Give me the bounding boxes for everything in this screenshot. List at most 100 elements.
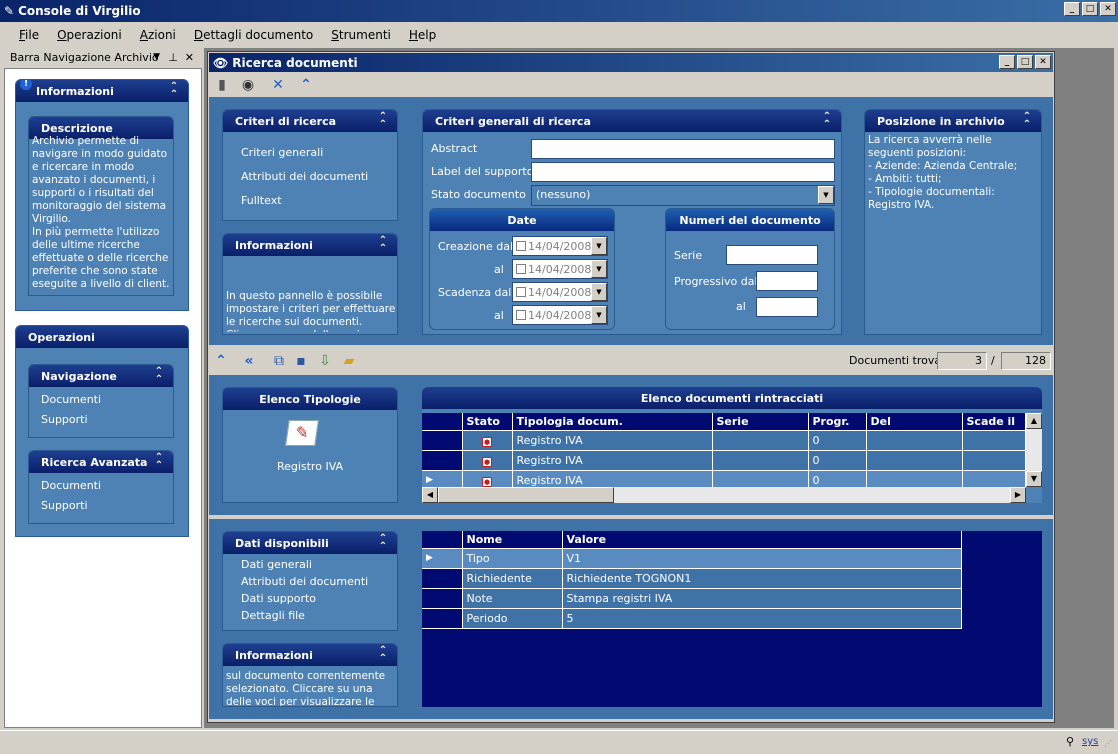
search-minimize-button[interactable]: _: [999, 55, 1015, 69]
scroll-right-icon[interactable]: ▶: [1010, 487, 1026, 503]
table-row[interactable]: Periodo 5: [422, 608, 962, 629]
checkbox[interactable]: [516, 310, 526, 320]
criteri-generali-link[interactable]: Criteri generali: [241, 146, 323, 159]
row-header[interactable]: [422, 588, 463, 609]
save-icon[interactable]: ▪: [291, 351, 311, 371]
scroll-thumb[interactable]: [438, 487, 614, 503]
scroll-left-icon[interactable]: ◀: [422, 487, 438, 503]
ricerca-supporti-link[interactable]: Supporti: [41, 499, 88, 512]
exit-icon[interactable]: ▮: [212, 75, 232, 95]
menu-operazioni[interactable]: Operazioni: [48, 28, 131, 42]
row-header[interactable]: [422, 568, 463, 589]
search-close-button[interactable]: ✕: [1035, 55, 1051, 69]
generali-header[interactable]: Criteri generali di ricerca ⌃ ⌃: [423, 110, 841, 132]
row-header[interactable]: [422, 608, 463, 629]
search-maximize-button[interactable]: □: [1017, 55, 1033, 69]
back-icon[interactable]: «: [239, 351, 259, 371]
serie-input[interactable]: [726, 245, 818, 265]
horizontal-scrollbar[interactable]: ◀ ▶: [422, 487, 1026, 503]
chevron-down-icon[interactable]: ▼: [591, 237, 607, 255]
progressivo-dal-input[interactable]: [756, 271, 818, 291]
dati-generali-link[interactable]: Dati generali: [241, 558, 312, 571]
fulltext-link[interactable]: Fulltext: [241, 194, 282, 207]
table-row[interactable]: ● Registro IVA 0: [422, 430, 1026, 451]
dettagli-file-link[interactable]: Dettagli file: [241, 609, 305, 622]
navigazione-header[interactable]: Navigazione ⌃ ⌃: [29, 365, 173, 387]
ricerca-documenti-link[interactable]: Documenti: [41, 479, 101, 492]
collapse-icon[interactable]: ⌃ ⌃: [377, 236, 389, 254]
expand-up-icon[interactable]: ⌃: [211, 351, 231, 371]
dati-header[interactable]: Dati disponibili ⌃ ⌃: [223, 532, 397, 554]
download-icon[interactable]: ⇩: [315, 351, 335, 371]
col-valore[interactable]: Valore: [562, 531, 962, 549]
creazione-dal-date[interactable]: 14/04/2008 ▼: [512, 236, 608, 256]
nav-dropdown-icon[interactable]: ▼: [153, 52, 160, 62]
ricerca-avanzata-header[interactable]: Ricerca Avanzata ⌃ ⌃: [29, 451, 173, 473]
scroll-up-icon[interactable]: ▲: [1026, 413, 1042, 429]
table-row[interactable]: Richiedente Richiedente TOGNON1: [422, 568, 962, 589]
checkbox[interactable]: [516, 241, 526, 251]
minimize-button[interactable]: _: [1064, 2, 1080, 16]
folder-icon[interactable]: ▰: [339, 351, 359, 371]
collapse-icon[interactable]: ⌃ ⌃: [377, 534, 389, 552]
dati-attributi-link[interactable]: Attributi dei documenti: [241, 575, 368, 588]
table-row[interactable]: ▶ Tipo V1: [422, 548, 962, 569]
table-row[interactable]: Note Stampa registri IVA: [422, 588, 962, 609]
info2-header[interactable]: Informazioni ⌃ ⌃: [223, 644, 397, 666]
col-serie[interactable]: Serie: [712, 413, 809, 431]
chevron-down-icon[interactable]: ▼: [818, 186, 834, 204]
col-tipologia[interactable]: Tipologia docum.: [512, 413, 713, 431]
checkbox[interactable]: [516, 287, 526, 297]
chevron-down-icon[interactable]: ▼: [591, 283, 607, 301]
menu-strumenti[interactable]: Strumenti: [322, 28, 400, 42]
criteri-header[interactable]: Criteri di ricerca ⌃ ⌃: [223, 110, 397, 132]
registro-icon[interactable]: ✎: [285, 420, 319, 446]
nav-documenti-link[interactable]: Documenti: [41, 393, 101, 406]
abstract-input[interactable]: [531, 139, 835, 159]
menu-dettagli[interactable]: Dettagli documento: [185, 28, 322, 42]
dati-supporto-link[interactable]: Dati supporto: [241, 592, 316, 605]
col-progr[interactable]: Progr.: [808, 413, 867, 431]
progressivo-al-input[interactable]: [756, 297, 818, 317]
posizione-header[interactable]: Posizione in archivio ⌃ ⌃: [865, 110, 1041, 132]
label-supporto-input[interactable]: [531, 162, 835, 182]
nav-supporti-link[interactable]: Supporti: [41, 413, 88, 426]
collapse-icon[interactable]: ⌃ ⌃: [153, 367, 165, 385]
row-header[interactable]: [422, 430, 463, 451]
collapse-icon[interactable]: ⌃ ⌃: [377, 112, 389, 130]
collapse-icon[interactable]: ⌃ ⌃: [1021, 112, 1033, 130]
checkbox[interactable]: [516, 264, 526, 274]
collapse-icon[interactable]: ⌃ ⌃: [168, 82, 180, 100]
menu-help[interactable]: Help: [400, 28, 445, 42]
collapse-up-icon[interactable]: ⌃: [296, 75, 316, 95]
collapse-icon[interactable]: ⌃ ⌃: [821, 112, 833, 130]
nav-info-header[interactable]: ! Informazioni ⌃ ⌃: [16, 80, 188, 102]
row-header[interactable]: ▶: [422, 548, 463, 569]
stato-select[interactable]: (nessuno) ▼: [531, 185, 835, 206]
info1-header[interactable]: Informazioni ⌃ ⌃: [223, 234, 397, 256]
clear-icon[interactable]: ✕: [268, 75, 288, 95]
resize-grip-icon[interactable]: ⋰: [1104, 739, 1112, 748]
view-icon[interactable]: ◉: [238, 75, 258, 95]
row-header[interactable]: [422, 450, 463, 471]
nav-close-icon[interactable]: ✕: [185, 51, 194, 64]
col-nome[interactable]: Nome: [462, 531, 563, 549]
menu-file[interactable]: File: [10, 28, 48, 42]
col-del[interactable]: Del: [866, 413, 963, 431]
chevron-down-icon[interactable]: ▼: [591, 260, 607, 278]
creazione-al-date[interactable]: 14/04/2008 ▼: [512, 259, 608, 279]
vertical-scrollbar[interactable]: ▲ ▼: [1026, 413, 1042, 487]
collapse-icon[interactable]: ⌃ ⌃: [153, 453, 165, 471]
tipologia-item[interactable]: Registro IVA: [223, 460, 397, 473]
pin-icon[interactable]: ⊥: [168, 51, 178, 64]
chevron-down-icon[interactable]: ▼: [591, 306, 607, 324]
refresh-icon[interactable]: ⧉: [269, 351, 289, 371]
collapse-icon[interactable]: ⌃ ⌃: [377, 646, 389, 664]
scadenza-dal-date[interactable]: 14/04/2008 ▼: [512, 282, 608, 302]
close-button[interactable]: ✕: [1100, 2, 1116, 16]
scadenza-al-date[interactable]: 14/04/2008 ▼: [512, 305, 608, 325]
scroll-down-icon[interactable]: ▼: [1026, 471, 1042, 487]
table-row[interactable]: ● Registro IVA 0: [422, 450, 1026, 471]
attributi-link[interactable]: Attributi dei documenti: [241, 170, 368, 183]
col-stato[interactable]: Stato: [462, 413, 513, 431]
